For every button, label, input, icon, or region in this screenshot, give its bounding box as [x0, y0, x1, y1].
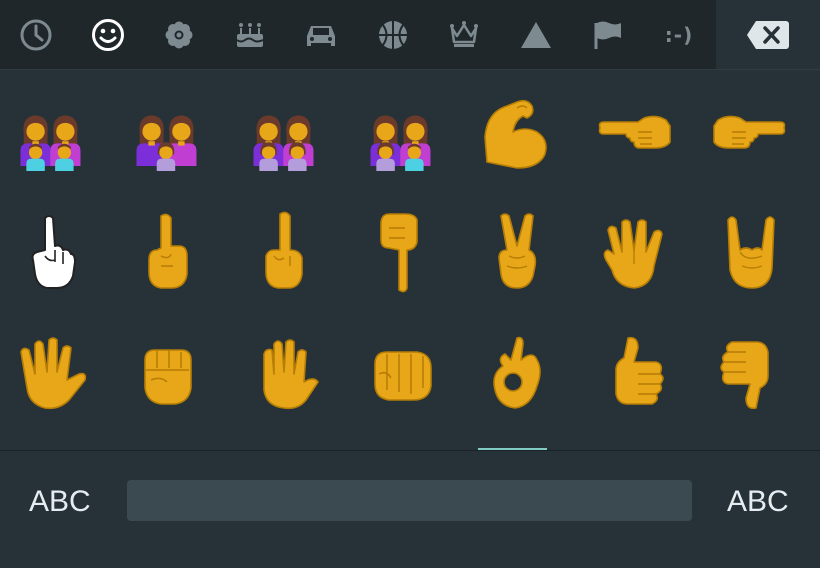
vulcan-salute-icon[interactable]	[589, 205, 679, 299]
car-icon	[302, 16, 340, 54]
cake-icon	[231, 16, 269, 54]
tab-flag[interactable]	[571, 0, 643, 69]
delete-key[interactable]	[716, 0, 820, 69]
raised-hand-icon[interactable]	[239, 325, 329, 419]
middle-finger-icon[interactable]	[239, 205, 329, 299]
tab-crown[interactable]	[428, 0, 500, 69]
emoticon-label: :-)	[664, 22, 694, 47]
basketball-icon	[374, 16, 412, 54]
tab-clock[interactable]	[0, 0, 72, 69]
tab-flower[interactable]	[143, 0, 215, 69]
family-two-women-two-girls-icon[interactable]	[239, 87, 329, 181]
pointing-up-white-icon[interactable]	[6, 205, 96, 299]
tab-basketball[interactable]	[357, 0, 429, 69]
emoji-category-bar: :-)	[0, 0, 716, 69]
flexed-biceps-icon[interactable]	[472, 87, 562, 181]
spacebar[interactable]	[127, 480, 692, 521]
emoji-grid	[0, 70, 820, 450]
tab-smiley[interactable]	[72, 0, 144, 69]
abc-switch-right[interactable]: ABC	[727, 482, 789, 522]
ok-hand-icon[interactable]	[472, 325, 562, 419]
raised-fist-icon[interactable]	[122, 325, 212, 419]
sign-of-horns-icon[interactable]	[705, 205, 795, 299]
abc-switch-left[interactable]: ABC	[29, 482, 91, 522]
family-two-women-two-boys-icon[interactable]	[6, 87, 96, 181]
crown-icon	[445, 16, 483, 54]
tab-emoticon[interactable]: :-)	[643, 0, 715, 69]
clock-icon	[17, 16, 55, 54]
tab-triangle[interactable]	[500, 0, 572, 69]
tab-cake[interactable]	[214, 0, 286, 69]
thumbs-up-icon[interactable]	[589, 325, 679, 419]
pointing-left-icon[interactable]	[589, 87, 679, 181]
flower-icon	[160, 16, 198, 54]
backspace-icon	[747, 20, 789, 49]
flag-icon	[588, 16, 626, 54]
family-two-women-girl-boy-icon[interactable]	[356, 87, 446, 181]
triangle-icon	[517, 16, 555, 54]
oncoming-fist-icon[interactable]	[356, 325, 446, 419]
family-two-women-girl-icon[interactable]	[122, 87, 212, 181]
index-pointing-down-icon[interactable]	[356, 205, 446, 299]
index-pointing-up-icon[interactable]	[122, 205, 212, 299]
smiley-icon	[89, 16, 127, 54]
thumbs-down-icon[interactable]	[705, 325, 795, 419]
pointing-right-icon[interactable]	[705, 87, 795, 181]
splayed-hand-icon[interactable]	[6, 325, 96, 419]
tab-car[interactable]	[285, 0, 357, 69]
victory-hand-icon[interactable]	[472, 205, 562, 299]
